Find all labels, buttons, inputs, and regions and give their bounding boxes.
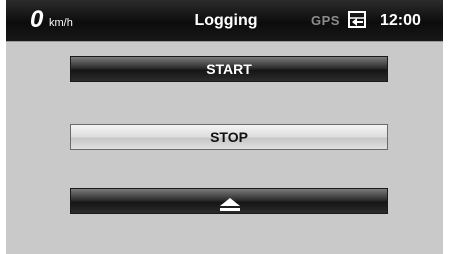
eject-button[interactable] bbox=[70, 188, 388, 214]
status-bar: 0 km/h Logging GPS 12:00 bbox=[6, 0, 443, 42]
screen-title: Logging bbox=[194, 12, 258, 29]
stop-button[interactable]: STOP bbox=[70, 124, 388, 150]
logging-screen: 0 km/h Logging GPS 12:00 START STOP bbox=[6, 0, 443, 254]
clock: 12:00 bbox=[380, 12, 421, 29]
eject-icon bbox=[219, 195, 241, 211]
memory-card-icon bbox=[348, 11, 366, 28]
speed-unit: km/h bbox=[49, 17, 73, 29]
speed-value: 0 bbox=[30, 6, 44, 33]
gps-status: GPS bbox=[311, 13, 340, 28]
start-button[interactable]: START bbox=[70, 56, 388, 82]
